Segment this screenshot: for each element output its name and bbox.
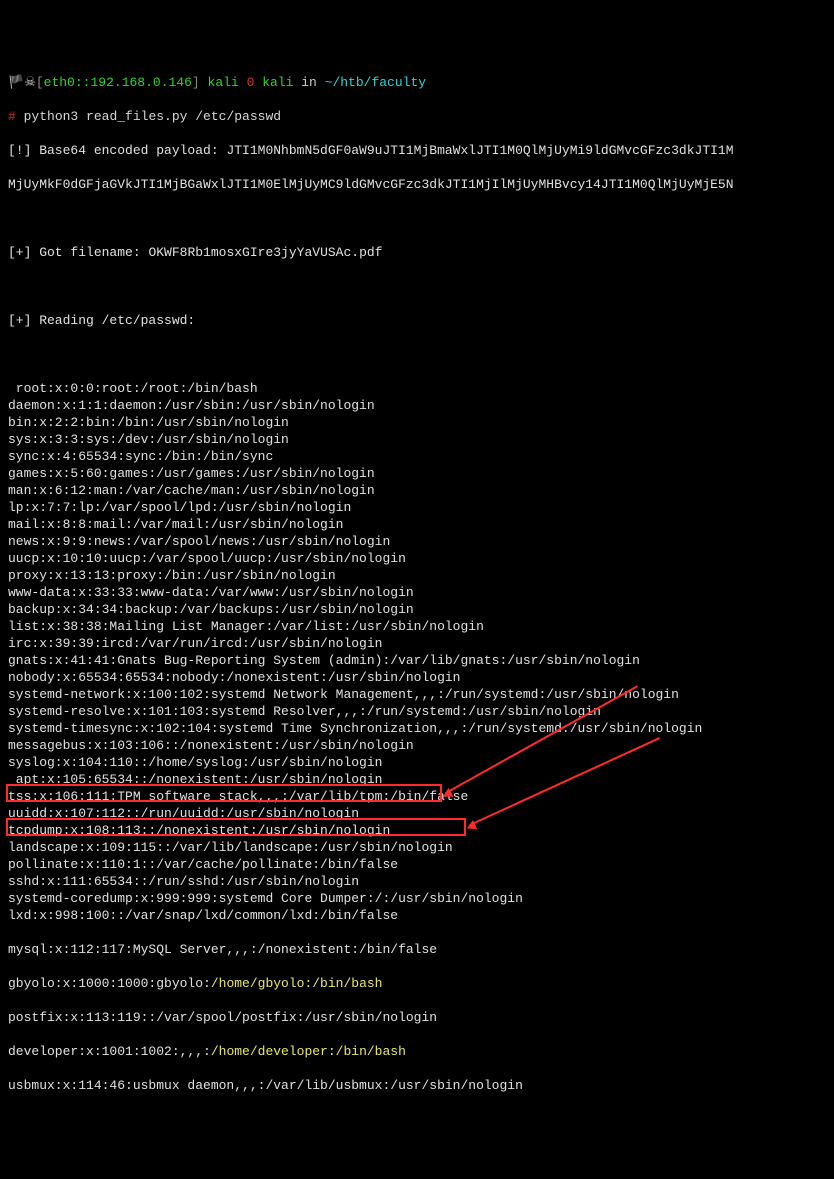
passwd-line: messagebus:x:103:106::/nonexistent:/usr/… xyxy=(8,737,826,754)
passwd-postfix: postfix:x:113:119::/var/spool/postfix:/u… xyxy=(8,1009,826,1026)
passwd-line: lxd:x:998:100::/var/snap/lxd/common/lxd:… xyxy=(8,907,826,924)
blank-3 xyxy=(8,346,826,363)
passwd-developer: developer:x:1001:1002:,,,:/home/develope… xyxy=(8,1043,826,1060)
passwd-line: root:x:0:0:root:/root:/bin/bash xyxy=(8,380,826,397)
prompt-zero: 0 xyxy=(247,75,255,90)
passwd-line: irc:x:39:39:ircd:/var/run/ircd:/usr/sbin… xyxy=(8,635,826,652)
passwd-usbmux: usbmux:x:114:46:usbmux daemon,,,:/var/li… xyxy=(8,1077,826,1094)
prompt-user1: kali xyxy=(208,75,239,90)
prompt-user2: kali xyxy=(262,75,293,90)
passwd-line: sync:x:4:65534:sync:/bin:/bin/sync xyxy=(8,448,826,465)
passwd-line: systemd-coredump:x:999:999:systemd Core … xyxy=(8,890,826,907)
passwd-line: backup:x:34:34:backup:/var/backups:/usr/… xyxy=(8,601,826,618)
passwd-line: daemon:x:1:1:daemon:/usr/sbin:/usr/sbin/… xyxy=(8,397,826,414)
passwd-line: uucp:x:10:10:uucp:/var/spool/uucp:/usr/s… xyxy=(8,550,826,567)
passwd-line: games:x:5:60:games:/usr/games:/usr/sbin/… xyxy=(8,465,826,482)
passwd-line: list:x:38:38:Mailing List Manager:/var/l… xyxy=(8,618,826,635)
prompt-in: in xyxy=(301,75,317,90)
blank-1 xyxy=(8,210,826,227)
passwd-line: nobody:x:65534:65534:nobody:/nonexistent… xyxy=(8,669,826,686)
prompt-path: ~/htb/faculty xyxy=(325,75,426,90)
prompt-sep: :: xyxy=(75,75,91,90)
passwd-line: www-data:x:33:33:www-data:/var/www:/usr/… xyxy=(8,584,826,601)
passwd-gbyolo: gbyolo:x:1000:1000:gbyolo:/home/gbyolo:/… xyxy=(8,975,826,992)
passwd-line: systemd-timesync:x:102:104:systemd Time … xyxy=(8,720,826,737)
passwd-line: news:x:9:9:news:/var/spool/news:/usr/sbi… xyxy=(8,533,826,550)
prompt-iface: eth0 xyxy=(44,75,75,90)
payload-line-2: MjUyMkF0dGFjaGVkJTI1MjBGaWxlJTI1M0ElMjUy… xyxy=(8,176,826,193)
passwd-line: bin:x:2:2:bin:/bin:/usr/sbin/nologin xyxy=(8,414,826,431)
passwd-line: sshd:x:111:65534::/run/sshd:/usr/sbin/no… xyxy=(8,873,826,890)
passwd-line: tss:x:106:111:TPM software stack,,,:/var… xyxy=(8,788,826,805)
flag-icon: 🏴 xyxy=(8,75,24,90)
prompt-ip: 192.168.0.146 xyxy=(90,75,191,90)
passwd-line: lp:x:7:7:lp:/var/spool/lpd:/usr/sbin/nol… xyxy=(8,499,826,516)
reading-line: [+] Reading /etc/passwd: xyxy=(8,312,826,329)
passwd-line: mail:x:8:8:mail:/var/mail:/usr/sbin/nolo… xyxy=(8,516,826,533)
skull-icon: ☠ xyxy=(24,75,36,90)
passwd-line: systemd-network:x:100:102:systemd Networ… xyxy=(8,686,826,703)
got-filename: [+] Got filename: OKWF8Rb1mosxGIre3jyYaV… xyxy=(8,244,826,261)
command-text: python3 read_files.py /etc/passwd xyxy=(24,109,281,124)
passwd-output: root:x:0:0:root:/root:/bin/bashdaemon:x:… xyxy=(8,380,826,924)
passwd-line: tcpdump:x:108:113::/nonexistent:/usr/sbi… xyxy=(8,822,826,839)
passwd-mysql: mysql:x:112:117:MySQL Server,,,:/nonexis… xyxy=(8,941,826,958)
bracket-close: ] xyxy=(192,75,200,90)
payload-line-1: [!] Base64 encoded payload: JTI1M0NhbmN5… xyxy=(8,142,826,159)
passwd-line: sys:x:3:3:sys:/dev:/usr/sbin/nologin xyxy=(8,431,826,448)
passwd-line: gnats:x:41:41:Gnats Bug-Reporting System… xyxy=(8,652,826,669)
blank-2 xyxy=(8,278,826,295)
passwd-line: pollinate:x:110:1::/var/cache/pollinate:… xyxy=(8,856,826,873)
passwd-line: syslog:x:104:110::/home/syslog:/usr/sbin… xyxy=(8,754,826,771)
passwd-line: uuidd:x:107:112::/run/uuidd:/usr/sbin/no… xyxy=(8,805,826,822)
passwd-line: _apt:x:105:65534::/nonexistent:/usr/sbin… xyxy=(8,771,826,788)
bracket-open: [ xyxy=(36,75,44,90)
passwd-line: systemd-resolve:x:101:103:systemd Resolv… xyxy=(8,703,826,720)
prompt-hash: # xyxy=(8,109,16,124)
command-line[interactable]: # python3 read_files.py /etc/passwd xyxy=(8,108,826,125)
shell-prompt: 🏴☠[eth0::192.168.0.146] kali 0 kali in ~… xyxy=(8,74,826,91)
passwd-line: man:x:6:12:man:/var/cache/man:/usr/sbin/… xyxy=(8,482,826,499)
passwd-line: proxy:x:13:13:proxy:/bin:/usr/sbin/nolog… xyxy=(8,567,826,584)
